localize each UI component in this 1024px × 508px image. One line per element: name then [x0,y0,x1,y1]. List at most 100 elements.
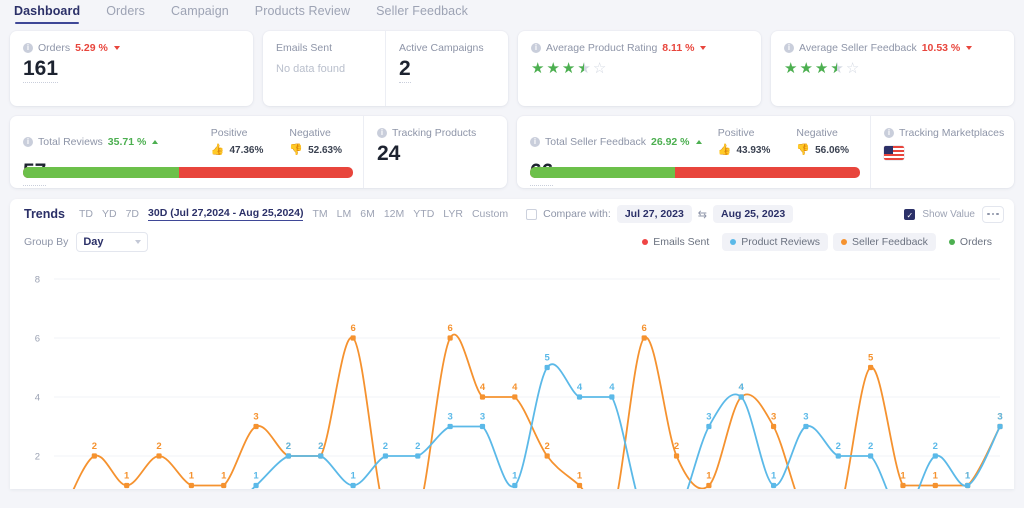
trends-chart[interactable]: 2468021211322600644210621430051113000000… [10,257,1014,489]
seller-feedback-positive: Positive 👍 43.93% [718,127,771,156]
emails-sent-value: No data found [276,63,346,75]
range-lyr[interactable]: LYR [443,208,463,220]
emails-sent-label: Emails Sent [276,42,333,54]
star-half-icon: ★ [830,61,843,76]
group-by-select[interactable]: Day [76,232,149,252]
legend-product-reviews[interactable]: Product Reviews [722,233,829,251]
svg-text:5: 5 [545,353,551,364]
info-icon[interactable]: i [23,136,33,147]
total-seller-feedback-main: i Total Seller Feedback 26.92 % Positive… [517,116,870,188]
svg-text:6: 6 [642,323,647,334]
negative-label: Negative [796,127,838,139]
avg-product-rating-card: i Average Product Rating 8.11 % ★ ★ ★ ★ … [518,31,761,106]
info-icon[interactable]: i [530,136,540,147]
svg-text:6: 6 [35,334,40,345]
star-empty-icon: ☆ [592,60,607,77]
legend-orders[interactable]: Orders [941,233,1000,251]
range-td[interactable]: TD [79,208,93,220]
total-seller-feedback-pct: 26.92 % [650,135,690,148]
svg-text:3: 3 [803,412,808,423]
range-7d[interactable]: 7D [126,208,139,220]
trends-range-selector: TD YD 7D 30D (Jul 27,2024 - Aug 25,2024)… [79,207,508,221]
avg-product-rating-header: i Average Product Rating 8.11 % [531,42,748,54]
legend-dot-icon [948,239,955,245]
total-reviews-label: Total Reviews [38,135,103,148]
compare-to-date[interactable]: Aug 25, 2023 [713,205,794,223]
nav-tab-campaign[interactable]: Campaign [171,4,229,24]
info-icon[interactable]: i [23,43,33,53]
star-half-icon: ★ [577,61,590,76]
range-ytd[interactable]: YTD [413,208,434,220]
more-options-icon[interactable] [982,205,1004,223]
svg-text:4: 4 [577,382,583,393]
range-30d[interactable]: 30D (Jul 27,2024 - Aug 25,2024) [148,207,304,221]
svg-text:2: 2 [318,441,323,452]
star-icon: ★ [799,60,813,77]
svg-text:1: 1 [253,471,259,482]
svg-text:1: 1 [124,471,130,482]
star-icon: ★ [814,60,829,77]
caret-down-icon [113,46,120,50]
svg-text:4: 4 [480,382,486,393]
tracking-marketplaces-header: i Tracking Marketplaces [884,127,1014,139]
range-12m[interactable]: 12M [384,208,404,220]
range-lm[interactable]: LM [337,208,352,220]
negative-value: 52.63% [308,145,342,156]
negative-value-row: 👎 52.63% [289,145,342,157]
info-icon[interactable]: i [884,128,894,138]
svg-text:2: 2 [383,441,388,452]
svg-text:1: 1 [221,471,227,482]
total-reviews-header: i Total Reviews 35.71 % [23,135,159,148]
nav-tab-dashboard[interactable]: Dashboard [14,4,80,24]
info-icon[interactable]: i [784,43,794,53]
svg-text:2: 2 [92,441,97,452]
total-reviews-topline: i Total Reviews 35.71 % Positive 👍 47.36… [23,127,350,156]
svg-text:1: 1 [706,471,712,482]
svg-text:1: 1 [512,471,518,482]
nav-tab-orders[interactable]: Orders [106,4,145,24]
range-custom[interactable]: Custom [472,208,508,220]
orders-label: Orders [38,42,71,54]
active-campaigns-label: Active Campaigns [399,42,484,54]
nav-tab-seller-feedback[interactable]: Seller Feedback [376,4,468,24]
positive-label: Positive [210,127,248,139]
negative-value-row: 👎 56.06% [796,145,849,157]
caret-down-icon [700,46,707,50]
tracking-products-value: 24 [377,142,401,165]
range-6m[interactable]: 6M [360,208,375,220]
info-icon[interactable]: i [531,43,541,53]
svg-text:4: 4 [512,382,518,393]
svg-text:1: 1 [350,471,356,482]
star-icon: ★ [784,60,798,77]
total-seller-feedback-bar [530,167,860,178]
trends-chart-svg[interactable]: 2468021211322600644210621430051113000000… [10,257,1014,489]
legend-label: Emails Sent [653,236,710,248]
legend-emails-sent[interactable]: Emails Sent [634,233,717,251]
show-value-label: Show Value [922,208,975,220]
negative-value: 56.06% [815,145,849,156]
legend-seller-feedback[interactable]: Seller Feedback [833,233,936,251]
positive-label: Positive [717,127,755,139]
show-value-checkbox[interactable]: ✓ [904,208,916,220]
swap-icon[interactable]: ⇆ [698,208,707,221]
total-seller-feedback-sentiment: Positive 👍 43.93% Negative 👎 56.06% [718,127,857,156]
chart-legend: Emails Sent Product Reviews Seller Feedb… [634,233,1004,251]
range-tm[interactable]: TM [312,208,327,220]
svg-text:3: 3 [771,412,776,423]
chevron-down-icon [135,240,142,244]
svg-text:3: 3 [706,412,711,423]
legend-label: Seller Feedback [852,236,928,248]
legend-dot-icon [730,239,737,245]
svg-text:1: 1 [965,471,971,482]
compare-with-checkbox[interactable] [526,208,538,220]
group-by-label: Group By [24,236,69,248]
star-empty-icon: ☆ [845,60,860,77]
nav-tab-products-review[interactable]: Products Review [255,4,350,24]
orders-card: i Orders 5.29 % 161 [10,31,253,106]
seller-feedback-bar-positive [530,167,675,178]
range-yd[interactable]: YD [102,208,117,220]
compare-from-date[interactable]: Jul 27, 2023 [616,205,692,223]
total-reviews-bar [23,167,353,178]
info-icon[interactable]: i [377,128,387,138]
svg-text:5: 5 [868,353,874,364]
